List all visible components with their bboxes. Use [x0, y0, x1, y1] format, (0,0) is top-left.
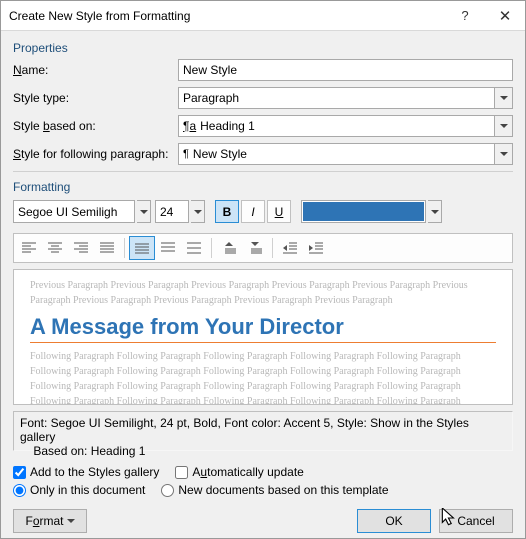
- align-right-button[interactable]: [68, 236, 94, 260]
- add-to-gallery-input[interactable]: [13, 466, 26, 479]
- auto-update-input[interactable]: [175, 466, 188, 479]
- line-spacing-2-button[interactable]: [181, 236, 207, 260]
- ok-button[interactable]: OK: [357, 509, 431, 533]
- based-on-dropdown-button[interactable]: [495, 115, 513, 137]
- underline-button[interactable]: U: [267, 200, 291, 223]
- increase-indent-button[interactable]: [303, 236, 329, 260]
- based-on-select[interactable]: ¶a Heading 1: [178, 115, 495, 137]
- chevron-down-icon: [431, 210, 439, 214]
- bold-button[interactable]: B: [215, 200, 239, 223]
- titlebar[interactable]: Create New Style from Formatting ? ✕: [1, 1, 525, 31]
- chevron-down-icon: [140, 210, 148, 214]
- preview-previous-text: Previous Paragraph Previous Paragraph Pr…: [30, 278, 496, 308]
- formatting-section-label: Formatting: [13, 178, 513, 198]
- align-left-button[interactable]: [16, 236, 42, 260]
- font-name-select[interactable]: Segoe UI Semiligh: [13, 200, 135, 223]
- align-center-button[interactable]: [42, 236, 68, 260]
- style-type-dropdown-button[interactable]: [495, 87, 513, 109]
- cancel-button[interactable]: Cancel: [439, 509, 513, 533]
- only-in-document-radio[interactable]: Only in this document: [13, 483, 145, 497]
- style-description: Font: Segoe UI Semilight, 24 pt, Bold, F…: [13, 411, 513, 451]
- style-type-value: Paragraph: [183, 91, 239, 105]
- following-value: New Style: [193, 147, 247, 161]
- font-name-dropdown-button[interactable]: [137, 200, 151, 223]
- based-on-label: Style based on:: [13, 119, 178, 133]
- pilcrow-icon: ¶: [183, 148, 189, 160]
- italic-button[interactable]: I: [241, 200, 265, 223]
- chevron-down-icon: [500, 124, 508, 128]
- close-button[interactable]: ✕: [485, 1, 525, 30]
- font-color-dropdown-button[interactable]: [428, 200, 442, 223]
- chevron-down-icon: [500, 152, 508, 156]
- font-size-select[interactable]: 24: [155, 200, 189, 223]
- color-swatch: [303, 202, 424, 221]
- format-button[interactable]: Format: [13, 509, 87, 533]
- font-toolbar: Segoe UI Semiligh 24 B I U: [13, 200, 513, 223]
- description-line-1: Font: Segoe UI Semilight, 24 pt, Bold, F…: [20, 416, 506, 444]
- following-label: Style for following paragraph:: [13, 147, 178, 161]
- font-color-select[interactable]: [301, 200, 426, 223]
- add-to-gallery-checkbox[interactable]: Add to the Styles gallery: [13, 465, 159, 479]
- preview-underline: [30, 342, 496, 343]
- chevron-down-icon: [67, 519, 75, 523]
- align-justify-button[interactable]: [94, 236, 120, 260]
- font-size-dropdown-button[interactable]: [191, 200, 205, 223]
- line-spacing-1-button[interactable]: [129, 236, 155, 260]
- based-on-value: Heading 1: [200, 119, 255, 133]
- auto-update-checkbox[interactable]: Automatically update: [175, 465, 303, 479]
- only-in-document-input[interactable]: [13, 484, 26, 497]
- chevron-down-icon: [194, 210, 202, 214]
- style-type-label: Style type:: [13, 91, 178, 105]
- name-input[interactable]: [178, 59, 513, 81]
- preview-following-text: Following Paragraph Following Paragraph …: [30, 349, 496, 405]
- preview-sample-text: A Message from Your Director: [30, 314, 496, 340]
- properties-section-label: Properties: [13, 39, 513, 59]
- new-documents-radio[interactable]: New documents based on this template: [161, 483, 388, 497]
- space-before-increase-button[interactable]: [216, 236, 242, 260]
- line-spacing-1-5-button[interactable]: [155, 236, 181, 260]
- description-line-2: Based on: Heading 1: [20, 444, 506, 458]
- dialog-title: Create New Style from Formatting: [9, 9, 445, 23]
- new-documents-input[interactable]: [161, 484, 174, 497]
- space-before-decrease-button[interactable]: [242, 236, 268, 260]
- style-type-select[interactable]: Paragraph: [178, 87, 495, 109]
- pilcrow-icon: ¶a: [183, 119, 196, 133]
- chevron-down-icon: [500, 96, 508, 100]
- paragraph-toolbar: [13, 233, 513, 263]
- decrease-indent-button[interactable]: [277, 236, 303, 260]
- following-dropdown-button[interactable]: [495, 143, 513, 165]
- dialog-create-new-style: Create New Style from Formatting ? ✕ Pro…: [0, 0, 526, 539]
- preview-pane: Previous Paragraph Previous Paragraph Pr…: [13, 269, 513, 405]
- help-button[interactable]: ?: [445, 1, 485, 30]
- following-select[interactable]: ¶ New Style: [178, 143, 495, 165]
- name-label: Name:: [13, 63, 178, 77]
